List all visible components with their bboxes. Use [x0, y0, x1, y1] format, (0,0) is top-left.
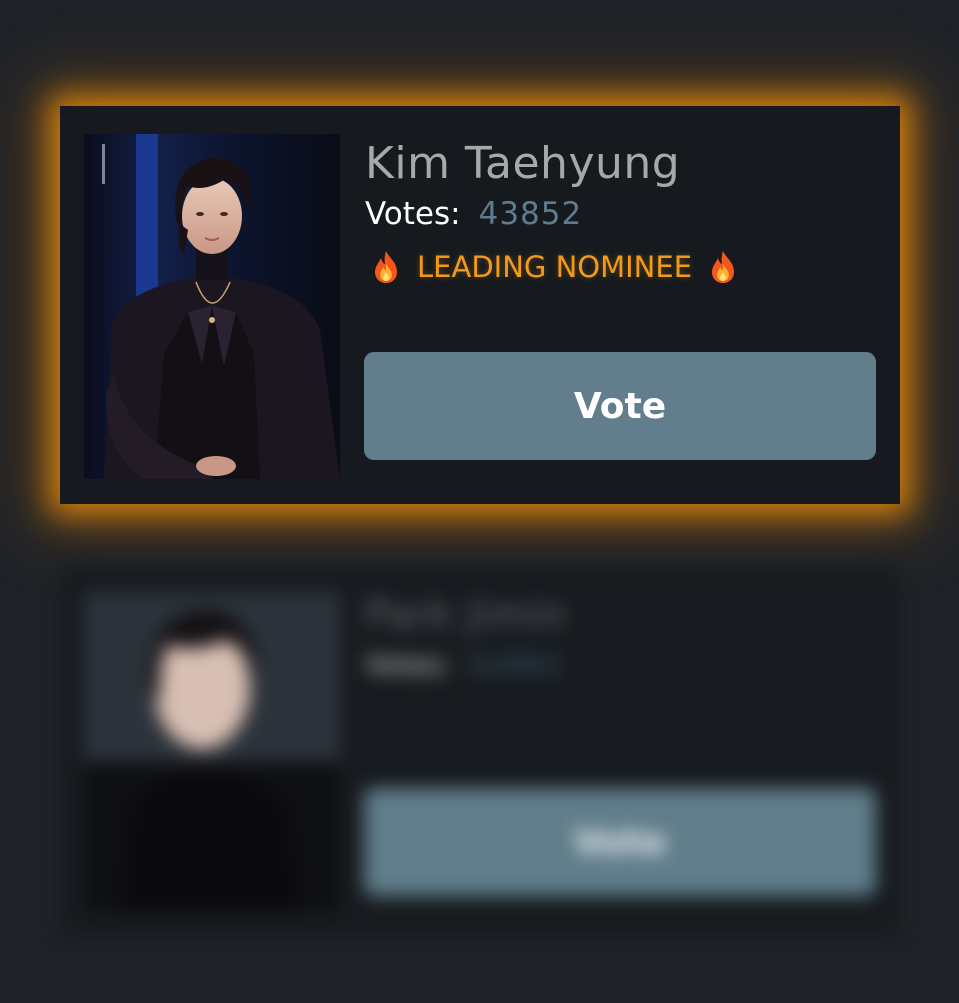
votes-row: Votes: 42961: [365, 648, 563, 681]
fire-icon: [373, 250, 399, 284]
vote-button[interactable]: Vote: [364, 352, 876, 460]
nominee-photo: [84, 134, 340, 479]
leading-nominee-badge: LEADING NOMINEE: [365, 250, 744, 284]
votes-count: 43852: [478, 196, 583, 232]
vote-button[interactable]: Vote: [364, 788, 876, 896]
nominee-photo-image: [84, 592, 340, 912]
nominee-name: Park Jimin: [365, 592, 568, 638]
fire-icon: [710, 250, 736, 284]
voting-page: Kim Taehyung Votes: 43852 LEADING NOMINEE: [0, 0, 959, 1003]
votes-label: Votes:: [365, 648, 452, 681]
nominee-photo-image: [84, 134, 340, 479]
votes-label: Votes:: [365, 196, 461, 232]
nominee-photo: [84, 592, 340, 912]
nominee-card-leading: Kim Taehyung Votes: 43852 LEADING NOMINEE: [60, 106, 900, 504]
nominee-card-blurred: Park Jimin Votes: 42961 Vote: [60, 566, 900, 936]
leading-nominee-text: LEADING NOMINEE: [417, 250, 693, 284]
votes-row: Votes: 43852: [365, 196, 582, 232]
nominee-name: Kim Taehyung: [365, 138, 681, 189]
votes-count: 42961: [469, 648, 564, 681]
